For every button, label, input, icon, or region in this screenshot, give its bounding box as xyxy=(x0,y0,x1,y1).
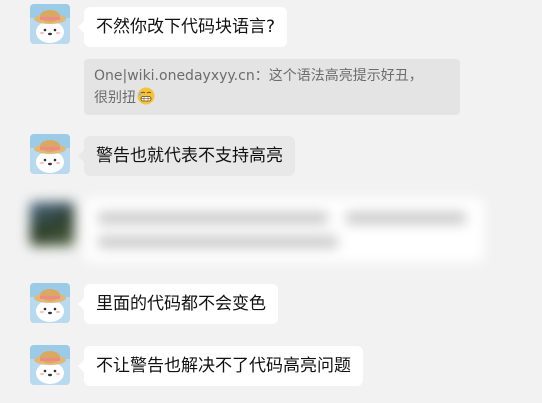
cartoon-bear-hat-avatar-icon xyxy=(30,283,70,323)
message-text: 不让警告也解决不了代码高亮问题 xyxy=(96,356,351,376)
blurred-message xyxy=(30,196,490,266)
blurred-avatar xyxy=(30,202,74,246)
sender-avatar[interactable] xyxy=(30,4,70,44)
sender-avatar[interactable] xyxy=(30,345,70,385)
message-text: 不然你改下代码块语言? xyxy=(96,17,276,37)
cartoon-bear-hat-avatar-icon xyxy=(30,345,70,385)
message-text: 警告也就代表不支持高亮 xyxy=(96,146,283,166)
sender-avatar[interactable] xyxy=(30,283,70,323)
quote-text-line2: 很别扭 xyxy=(94,90,136,106)
chat-window: { "messages": [ { "id": "msg1", "text": … xyxy=(0,0,542,403)
cartoon-bear-hat-avatar-icon xyxy=(30,4,70,44)
message-bubble[interactable]: 里面的代码都不会变色 xyxy=(78,284,278,324)
cartoon-bear-hat-avatar-icon xyxy=(30,134,70,174)
quote-author: One|wiki.onedayxyy.cn： xyxy=(94,68,269,84)
sender-avatar[interactable] xyxy=(30,134,70,174)
grimacing-emoji-icon xyxy=(137,87,155,105)
message-bubble[interactable]: 不然你改下代码块语言? xyxy=(77,7,288,47)
quote-text-line1: 这个语法高亮提示好丑， xyxy=(268,68,423,84)
message-bubble[interactable]: 警告也就代表不支持高亮 xyxy=(78,136,295,176)
message-text: 里面的代码都不会变色 xyxy=(96,294,266,314)
blurred-bubble xyxy=(84,198,484,262)
message-bubble[interactable]: 不让警告也解决不了代码高亮问题 xyxy=(78,346,363,386)
quoted-message[interactable]: One|wiki.onedayxyy.cn：这个语法高亮提示好丑， 很别扭 xyxy=(84,59,460,115)
